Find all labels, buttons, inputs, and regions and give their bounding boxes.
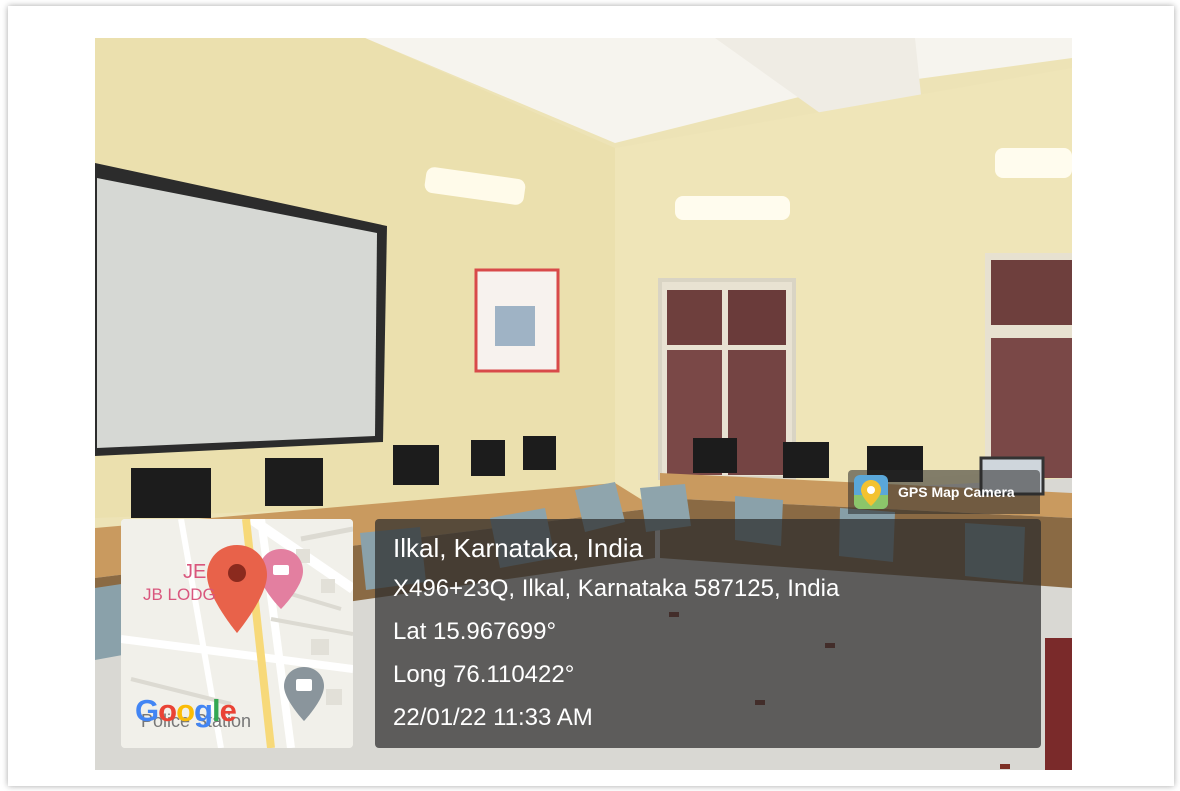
map-poi-label-2: JB LODG [143,585,216,604]
map-poi-label-1: JE [183,561,207,583]
gps-badge-label: GPS Map Camera [898,484,1015,500]
location-address: X496+23Q, Ilkal, Karnataka 587125, India [393,575,840,602]
google-logo: Google [135,693,237,728]
location-title: Ilkal, Karnataka, India [393,533,644,563]
map-thumbnail[interactable]: JE JB LODG Police Station Google [121,519,353,748]
longitude-readout: Long 76.110422° [393,661,575,688]
location-info-overlay: Ilkal, Karnataka, India X496+23Q, Ilkal,… [375,519,1041,748]
timestamp: 22/01/22 11:33 AM [393,704,593,731]
gps-map-camera-badge: GPS Map Camera [848,470,1040,514]
latitude-readout: Lat 15.967699° [393,618,557,645]
camera-pin-icon [854,475,888,509]
